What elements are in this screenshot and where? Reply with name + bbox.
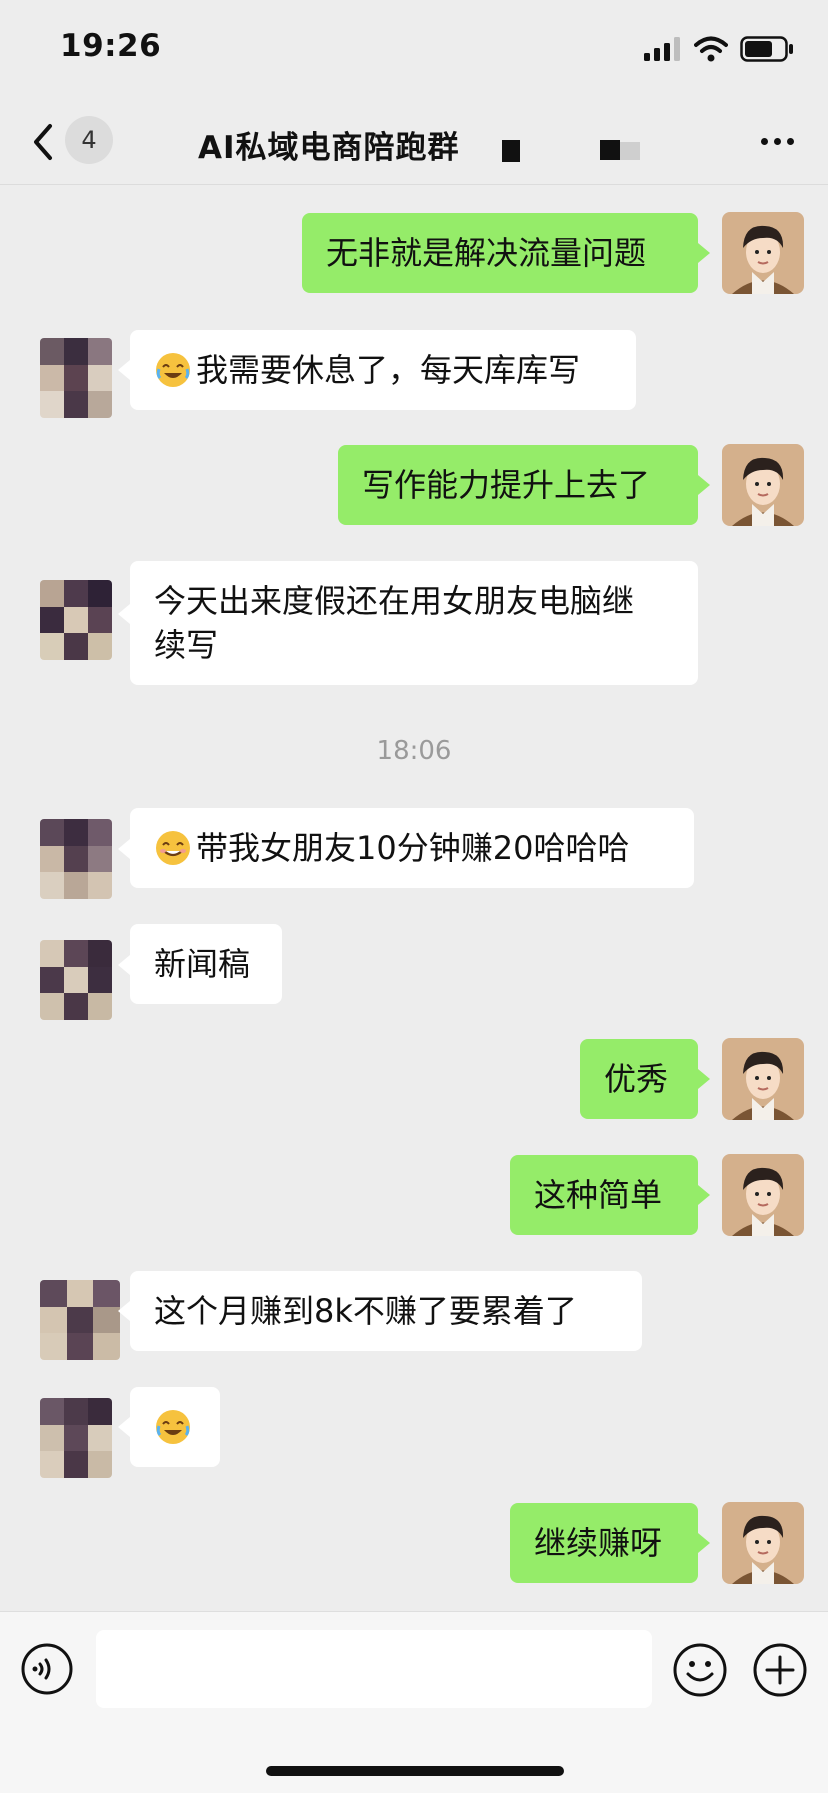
bubble-tail [118, 955, 130, 975]
bubble-tail [698, 1533, 710, 1553]
message-text: 新闻稿 [154, 945, 251, 983]
message-bubble-other[interactable] [130, 1387, 220, 1467]
message-bubble-self[interactable]: 继续赚呀 [510, 1503, 698, 1583]
message-text: 我需要休息了，每天库库写 [196, 351, 581, 389]
avatar[interactable] [40, 338, 112, 418]
bubble-tail [698, 1185, 710, 1205]
message-bubble-other[interactable]: 今天出来度假还在用女朋友电脑继 续写 [130, 561, 698, 685]
message-input[interactable] [96, 1630, 652, 1708]
avatar[interactable] [722, 212, 804, 294]
message-text: 这种简单 [534, 1176, 663, 1214]
status-icons [644, 36, 794, 62]
message-text-line: 今天出来度假还在用女朋友电脑继 [154, 582, 635, 620]
status-time: 19:26 [60, 28, 162, 64]
message-bubble-other[interactable]: 这个月赚到8k不赚了要累着了 [130, 1271, 642, 1351]
back-chevron-icon[interactable] [28, 120, 58, 164]
message-bubble-other[interactable]: 新闻稿 [130, 924, 282, 1004]
chat-title: AI私域电商陪跑群 [198, 130, 460, 166]
more-icon[interactable] [761, 138, 794, 145]
avatar[interactable] [40, 580, 112, 660]
plus-icon[interactable] [752, 1642, 808, 1698]
message-text-line: 续写 [154, 626, 219, 664]
message-bubble-other[interactable]: 我需要休息了，每天库库写 [130, 330, 636, 410]
message-text: 无非就是解决流量问题 [326, 234, 647, 272]
status-bar: 19:26 [0, 0, 828, 100]
avatar[interactable] [40, 1280, 120, 1360]
crying-laughing-emoji-icon [156, 353, 190, 387]
message-text: 这个月赚到8k不赚了要累着了 [154, 1292, 577, 1330]
redaction-mark [600, 140, 620, 160]
avatar[interactable] [722, 1154, 804, 1236]
crying-laughing-emoji-icon [156, 1410, 190, 1444]
message-text: 继续赚呀 [534, 1524, 663, 1562]
message-text: 写作能力提升上去了 [362, 466, 651, 504]
bubble-tail [118, 604, 130, 624]
avatar[interactable] [40, 1398, 112, 1478]
voice-icon[interactable] [20, 1642, 74, 1696]
bubble-tail [698, 475, 710, 495]
avatar[interactable] [40, 819, 112, 899]
avatar[interactable] [722, 1038, 804, 1120]
bubble-tail [698, 243, 710, 263]
avatar[interactable] [40, 940, 112, 1020]
wifi-icon [694, 36, 728, 62]
battery-icon [740, 36, 793, 62]
bubble-tail [118, 360, 130, 380]
message-bubble-self[interactable]: 写作能力提升上去了 [338, 445, 698, 525]
unread-badge[interactable]: 4 [65, 116, 113, 164]
redaction-mark [502, 140, 520, 162]
message-bubble-self[interactable]: 无非就是解决流量问题 [302, 213, 698, 293]
bubble-tail [698, 1069, 710, 1089]
grinning-emoji-icon [156, 831, 190, 865]
signal-icon [644, 37, 680, 61]
input-toolbar [0, 1611, 828, 1793]
message-bubble-self[interactable]: 优秀 [580, 1039, 698, 1119]
message-text: 带我女朋友10分钟赚20哈哈哈 [196, 829, 630, 867]
bubble-tail [118, 839, 130, 859]
bubble-tail [118, 1417, 130, 1437]
redaction-mark [620, 142, 640, 160]
avatar[interactable] [722, 444, 804, 526]
message-text: 优秀 [604, 1060, 669, 1098]
message-timestamp: 18:06 [376, 736, 452, 766]
message-bubble-other[interactable]: 带我女朋友10分钟赚20哈哈哈 [130, 808, 694, 888]
emoji-smile-icon[interactable] [672, 1642, 728, 1698]
message-bubble-self[interactable]: 这种简单 [510, 1155, 698, 1235]
avatar[interactable] [722, 1502, 804, 1584]
home-indicator [266, 1766, 564, 1776]
bubble-tail [118, 1301, 130, 1321]
chat-header: AI私域电商陪跑群 [0, 100, 828, 185]
